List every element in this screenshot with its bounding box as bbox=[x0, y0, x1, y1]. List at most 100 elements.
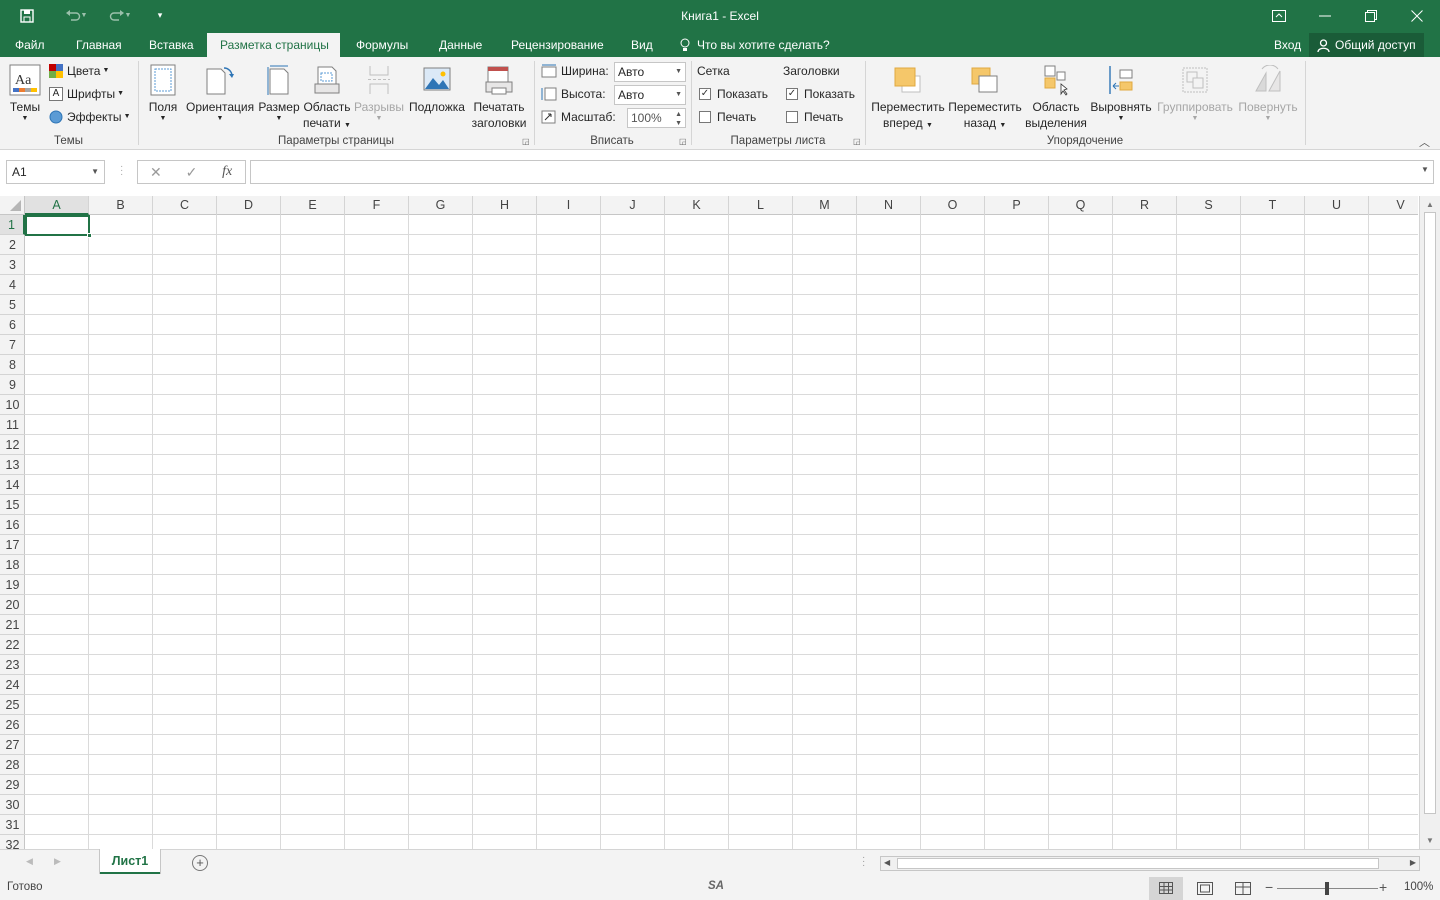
zoom-in-button[interactable]: + bbox=[1379, 879, 1387, 895]
minimize-icon[interactable] bbox=[1302, 0, 1348, 31]
gridlines-print-checkbox[interactable]: Печать bbox=[699, 107, 756, 127]
themes-button[interactable]: Aa Темы ▼ bbox=[6, 61, 44, 123]
tab-file[interactable]: Файл bbox=[15, 33, 45, 57]
tab-page-layout[interactable]: Разметка страницы bbox=[207, 33, 340, 57]
cell-area[interactable] bbox=[25, 215, 1418, 849]
horizontal-scrollbar[interactable]: ◀ ▶ bbox=[880, 856, 1420, 871]
row-header[interactable]: 4 bbox=[0, 275, 25, 295]
expand-formula-bar-icon[interactable]: ▼ bbox=[1421, 165, 1429, 174]
sheet-tab[interactable]: Лист1 bbox=[100, 849, 160, 874]
row-header[interactable]: 20 bbox=[0, 595, 25, 615]
align-button[interactable]: Выровнять ▼ bbox=[1090, 61, 1152, 123]
column-header[interactable]: O bbox=[921, 196, 985, 215]
tab-data[interactable]: Данные bbox=[439, 33, 482, 57]
signin-link[interactable]: Вход bbox=[1274, 33, 1301, 57]
column-header[interactable]: N bbox=[857, 196, 921, 215]
rotate-button[interactable]: Повернуть ▼ bbox=[1236, 61, 1300, 123]
row-header[interactable]: 8 bbox=[0, 355, 25, 375]
tab-split-grip-icon[interactable]: · · · bbox=[862, 853, 865, 871]
selection-pane-button[interactable]: Область выделения bbox=[1024, 61, 1088, 131]
row-header[interactable]: 18 bbox=[0, 555, 25, 575]
row-header[interactable]: 23 bbox=[0, 655, 25, 675]
row-header[interactable]: 9 bbox=[0, 375, 25, 395]
zoom-level[interactable]: 100% bbox=[1404, 881, 1433, 893]
macro-recording-icon[interactable]: SA bbox=[708, 880, 724, 892]
column-header[interactable]: C bbox=[153, 196, 217, 215]
tab-view[interactable]: Вид bbox=[631, 33, 653, 57]
row-header[interactable]: 24 bbox=[0, 675, 25, 695]
column-header[interactable]: M bbox=[793, 196, 857, 215]
row-header[interactable]: 12 bbox=[0, 435, 25, 455]
scroll-down-icon[interactable]: ▼ bbox=[1426, 836, 1434, 845]
formula-bar-grip-icon[interactable]: · · · bbox=[120, 162, 123, 180]
print-area-button[interactable]: Область печати ▼ bbox=[302, 61, 352, 134]
scroll-right-icon[interactable]: ▶ bbox=[1410, 858, 1416, 867]
column-header[interactable]: U bbox=[1305, 196, 1369, 215]
send-backward-button[interactable]: Переместить назад ▼ bbox=[948, 61, 1022, 134]
column-header[interactable]: G bbox=[409, 196, 473, 215]
row-header[interactable]: 25 bbox=[0, 695, 25, 715]
name-box[interactable]: A1 ▼ bbox=[6, 160, 105, 184]
column-header[interactable]: F bbox=[345, 196, 409, 215]
row-header[interactable]: 5 bbox=[0, 295, 25, 315]
close-icon[interactable] bbox=[1394, 0, 1440, 31]
column-header[interactable]: A bbox=[25, 196, 89, 215]
breaks-button[interactable]: Разрывы ▼ bbox=[354, 61, 404, 123]
width-combo[interactable]: Авто ▼ bbox=[614, 62, 686, 82]
tab-home[interactable]: Главная bbox=[76, 33, 122, 57]
tab-review[interactable]: Рецензирование bbox=[511, 33, 604, 57]
row-header[interactable]: 28 bbox=[0, 755, 25, 775]
row-header[interactable]: 15 bbox=[0, 495, 25, 515]
row-header[interactable]: 29 bbox=[0, 775, 25, 795]
column-header[interactable]: D bbox=[217, 196, 281, 215]
column-header[interactable]: P bbox=[985, 196, 1049, 215]
column-header[interactable]: R bbox=[1113, 196, 1177, 215]
fill-handle[interactable] bbox=[87, 233, 92, 238]
print-titles-button[interactable]: Печатать заголовки bbox=[470, 61, 528, 131]
height-combo[interactable]: Авто ▼ bbox=[614, 85, 686, 105]
restore-icon[interactable] bbox=[1348, 0, 1394, 31]
orientation-button[interactable]: Ориентация ▼ bbox=[186, 61, 254, 123]
vertical-scrollbar[interactable]: ▲ ▼ bbox=[1419, 196, 1440, 849]
row-header[interactable]: 27 bbox=[0, 735, 25, 755]
zoom-slider-thumb[interactable] bbox=[1325, 882, 1329, 895]
vertical-scroll-thumb[interactable] bbox=[1424, 212, 1436, 814]
row-header[interactable]: 17 bbox=[0, 535, 25, 555]
column-header[interactable]: H bbox=[473, 196, 537, 215]
column-header[interactable]: S bbox=[1177, 196, 1241, 215]
effects-button[interactable]: Эффекты ▼ bbox=[49, 107, 131, 127]
formula-input[interactable] bbox=[250, 160, 1434, 184]
fonts-button[interactable]: A Шрифты ▼ bbox=[49, 84, 124, 104]
column-header[interactable]: Q bbox=[1049, 196, 1113, 215]
colors-button[interactable]: Цвета ▼ bbox=[49, 61, 109, 81]
row-header[interactable]: 3 bbox=[0, 255, 25, 275]
row-header[interactable]: 31 bbox=[0, 815, 25, 835]
column-header[interactable]: T bbox=[1241, 196, 1305, 215]
group-button[interactable]: Группировать ▼ bbox=[1154, 61, 1236, 123]
column-header[interactable]: L bbox=[729, 196, 793, 215]
horizontal-scroll-thumb[interactable] bbox=[897, 858, 1379, 869]
row-header[interactable]: 11 bbox=[0, 415, 25, 435]
row-header[interactable]: 16 bbox=[0, 515, 25, 535]
bring-forward-button[interactable]: Переместить вперед ▼ bbox=[870, 61, 946, 134]
row-header[interactable]: 13 bbox=[0, 455, 25, 475]
row-header[interactable]: 21 bbox=[0, 615, 25, 635]
column-header[interactable]: I bbox=[537, 196, 601, 215]
row-header[interactable]: 22 bbox=[0, 635, 25, 655]
scroll-up-icon[interactable]: ▲ bbox=[1426, 200, 1434, 209]
scale-to-fit-launcher-icon[interactable]: ◲ bbox=[679, 137, 688, 146]
page-setup-launcher-icon[interactable]: ◲ bbox=[522, 137, 531, 146]
row-header[interactable]: 7 bbox=[0, 335, 25, 355]
scale-spinner[interactable]: 100% ▲ ▼ bbox=[627, 108, 686, 128]
size-button[interactable]: Размер ▼ bbox=[258, 61, 300, 123]
row-header[interactable]: 14 bbox=[0, 475, 25, 495]
cancel-icon[interactable]: ✕ bbox=[138, 164, 174, 181]
share-button[interactable]: Общий доступ bbox=[1309, 33, 1424, 57]
row-header[interactable]: 32 bbox=[0, 835, 25, 849]
tell-me-box[interactable]: Что вы хотите сделать? bbox=[680, 33, 830, 57]
gridlines-show-checkbox[interactable]: ✓ Показать bbox=[699, 84, 768, 104]
column-header[interactable]: J bbox=[601, 196, 665, 215]
column-header[interactable]: B bbox=[89, 196, 153, 215]
page-layout-view-button[interactable] bbox=[1197, 882, 1213, 898]
row-header[interactable]: 30 bbox=[0, 795, 25, 815]
